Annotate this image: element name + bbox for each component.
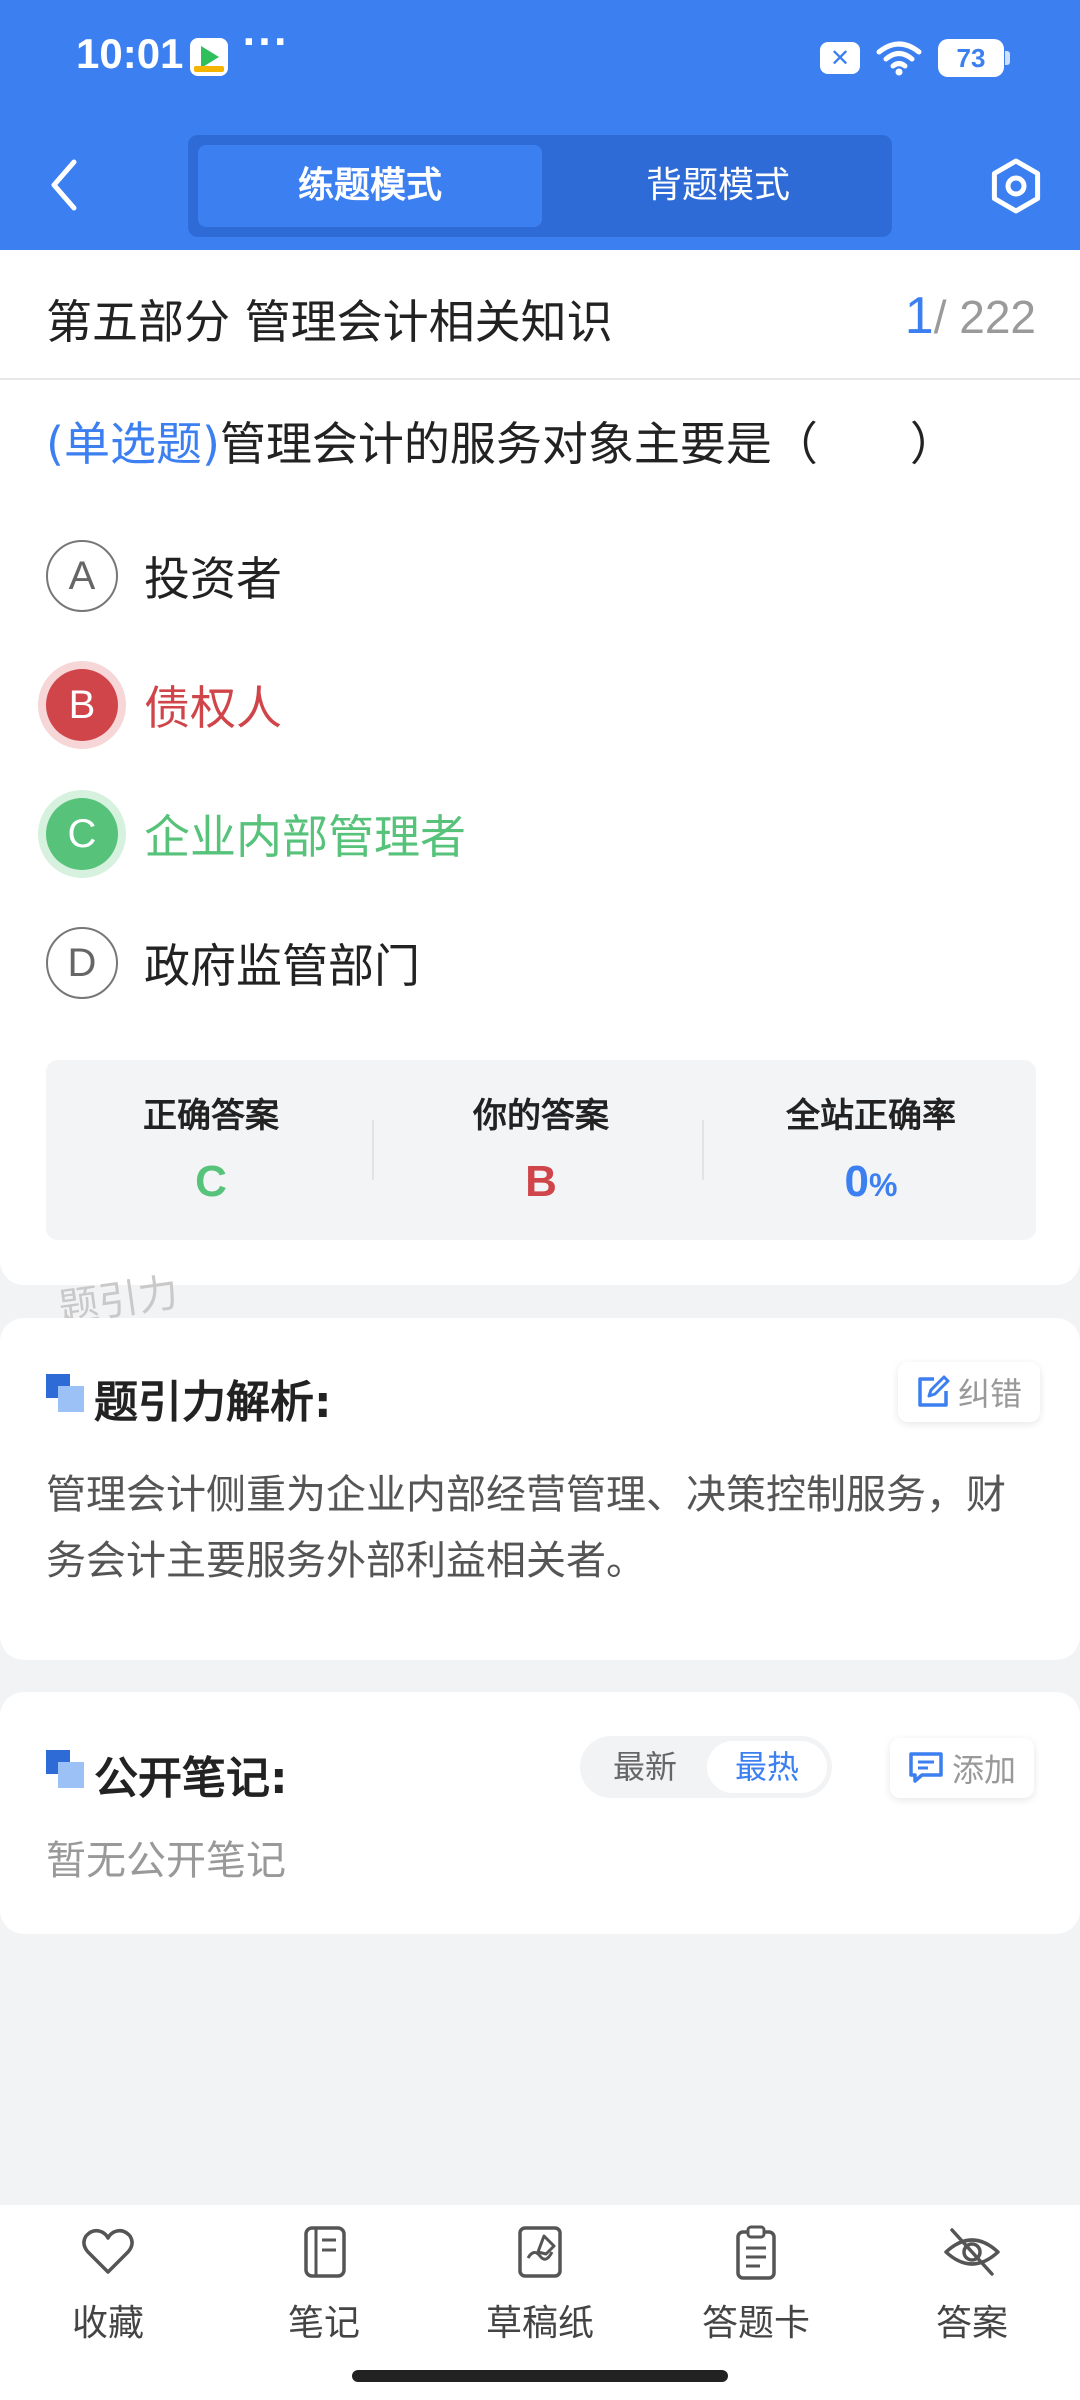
notes-button[interactable]: 笔记: [244, 2222, 404, 2346]
section-title: 第五部分 管理会计相关知识: [46, 295, 613, 349]
scratch-paper-button[interactable]: 草稿纸: [460, 2222, 620, 2346]
app-notification-icon: [190, 38, 228, 76]
question-stem: (单选题)管理会计的服务对象主要是（ ）: [46, 408, 956, 474]
site-accuracy-value: 0%: [706, 1157, 1036, 1207]
your-answer: 你的答案 B: [376, 1088, 706, 1207]
divider: [0, 378, 1080, 380]
answer-label: 答案: [935, 2303, 1008, 2344]
separator: [372, 1120, 374, 1180]
sort-hottest[interactable]: 最热: [707, 1741, 827, 1793]
option-d[interactable]: D 政府监管部门: [46, 927, 420, 999]
clipboard-icon: [736, 2225, 776, 2280]
option-text: 企业内部管理者: [144, 810, 466, 864]
question-progress: 1/ 222: [905, 286, 1036, 346]
status-bar: 10:01 ··· ✕ 73: [0, 0, 1080, 118]
your-answer-label: 你的答案: [473, 1096, 609, 1136]
accuracy-unit: %: [869, 1167, 898, 1203]
answer-toggle-button[interactable]: 答案: [892, 2222, 1052, 2346]
status-indicators: ✕ 73: [820, 38, 1010, 78]
eye-off-icon: [944, 2228, 1000, 2276]
option-b[interactable]: B 债权人: [46, 669, 282, 741]
answer-card-label: 答题卡: [701, 2303, 810, 2344]
current-question-number: 1: [904, 287, 934, 345]
battery-indicator: 73: [938, 39, 1010, 77]
option-c[interactable]: C 企业内部管理者: [46, 798, 466, 870]
section-square-icon: [46, 1374, 84, 1412]
section-square-icon: [46, 1750, 84, 1788]
site-accuracy: 全站正确率 0%: [706, 1088, 1036, 1207]
option-text: 投资者: [144, 552, 282, 606]
heart-icon: [82, 2228, 134, 2274]
site-accuracy-label: 全站正确率: [786, 1096, 956, 1136]
separator: [702, 1120, 704, 1180]
tab-practice-mode[interactable]: 练题模式: [198, 145, 542, 227]
option-text: 政府监管部门: [144, 939, 420, 993]
comment-icon: [909, 1752, 943, 1783]
add-note-button[interactable]: 添加: [890, 1738, 1035, 1798]
more-notifications-icon: ···: [242, 22, 290, 63]
notebook-icon: [304, 2226, 346, 2278]
report-error-label: 纠错: [958, 1375, 1023, 1413]
question-type: (单选题): [46, 417, 220, 471]
correct-answer-value: C: [195, 1157, 227, 1206]
option-a[interactable]: A 投资者: [46, 540, 282, 612]
total-questions: / 222: [933, 291, 1036, 343]
back-arrow-icon[interactable]: [40, 150, 90, 220]
question-text: 管理会计的服务对象主要是（ ）: [219, 417, 956, 471]
empty-notes-message: 暂无公开笔记: [46, 1838, 286, 1884]
correct-answer: 正确答案 C: [46, 1088, 376, 1207]
close-badge-icon: ✕: [820, 42, 860, 74]
notes-sort-toggle: 最新 最热: [580, 1736, 832, 1798]
option-letter: A: [46, 540, 118, 612]
status-time: 10:01: [76, 30, 184, 77]
favorite-label: 收藏: [71, 2303, 144, 2344]
accuracy-number: 0: [844, 1157, 870, 1206]
home-indicator[interactable]: [352, 2370, 728, 2382]
option-text: 债权人: [144, 681, 282, 735]
answer-summary: 正确答案 C 你的答案 B 全站正确率 0%: [46, 1060, 1036, 1240]
report-error-button[interactable]: 纠错: [898, 1362, 1041, 1422]
notes-label: 笔记: [287, 2303, 360, 2344]
your-answer-value: B: [525, 1157, 557, 1206]
favorite-button[interactable]: 收藏: [28, 2222, 188, 2346]
option-letter: D: [46, 927, 118, 999]
analysis-title: 题引力解析:: [94, 1377, 332, 1428]
sort-latest[interactable]: 最新: [585, 1741, 705, 1793]
settings-icon[interactable]: [986, 156, 1046, 216]
app-header: 10:01 ··· ✕ 73 练题模式 背题模式: [0, 0, 1080, 250]
answer-card-button[interactable]: 答题卡: [676, 2222, 836, 2346]
wifi-icon: [876, 41, 922, 76]
notes-title: 公开笔记:: [94, 1753, 288, 1804]
mode-toggle: 练题模式 背题模式: [188, 135, 892, 237]
option-letter: C: [46, 798, 118, 870]
add-note-label: 添加: [952, 1751, 1017, 1789]
notes-card: [0, 1692, 1080, 1934]
tab-memorize-mode[interactable]: 背题模式: [546, 145, 890, 227]
option-letter: B: [46, 669, 118, 741]
correct-answer-label: 正确答案: [143, 1096, 279, 1136]
edit-icon: [918, 1375, 950, 1407]
analysis-text: 管理会计侧重为企业内部经营管理、决策控制服务，财务会计主要服务外部利益相关者。: [46, 1472, 1006, 1584]
scratch-paper-label: 草稿纸: [485, 2303, 594, 2344]
scratch-paper-icon: [518, 2226, 562, 2278]
